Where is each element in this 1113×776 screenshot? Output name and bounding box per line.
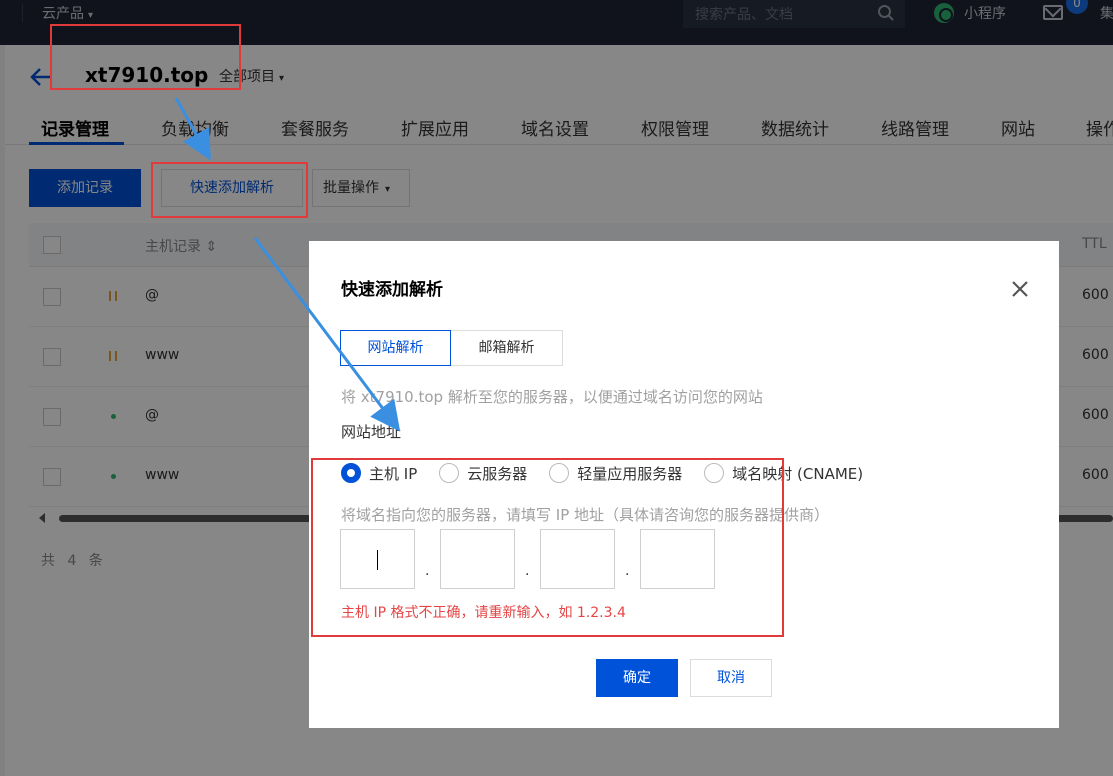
tab-email-resolution[interactable]: 邮箱解析 <box>451 330 563 366</box>
website-address-label: 网站地址 <box>341 423 402 441</box>
annotation-box-quick-add <box>151 162 308 218</box>
confirm-button[interactable]: 确定 <box>596 659 678 697</box>
dialog-description: 将 xt7910.top 解析至您的服务器，以便通过域名访问您的网站 <box>341 388 763 406</box>
cancel-button[interactable]: 取消 <box>690 659 772 697</box>
annotation-box-domain <box>50 24 241 90</box>
close-icon[interactable] <box>1009 278 1031 300</box>
annotation-box-ip-section <box>311 458 784 637</box>
tab-website-resolution[interactable]: 网站解析 <box>340 330 451 366</box>
dialog-title: 快速添加解析 <box>341 280 443 300</box>
